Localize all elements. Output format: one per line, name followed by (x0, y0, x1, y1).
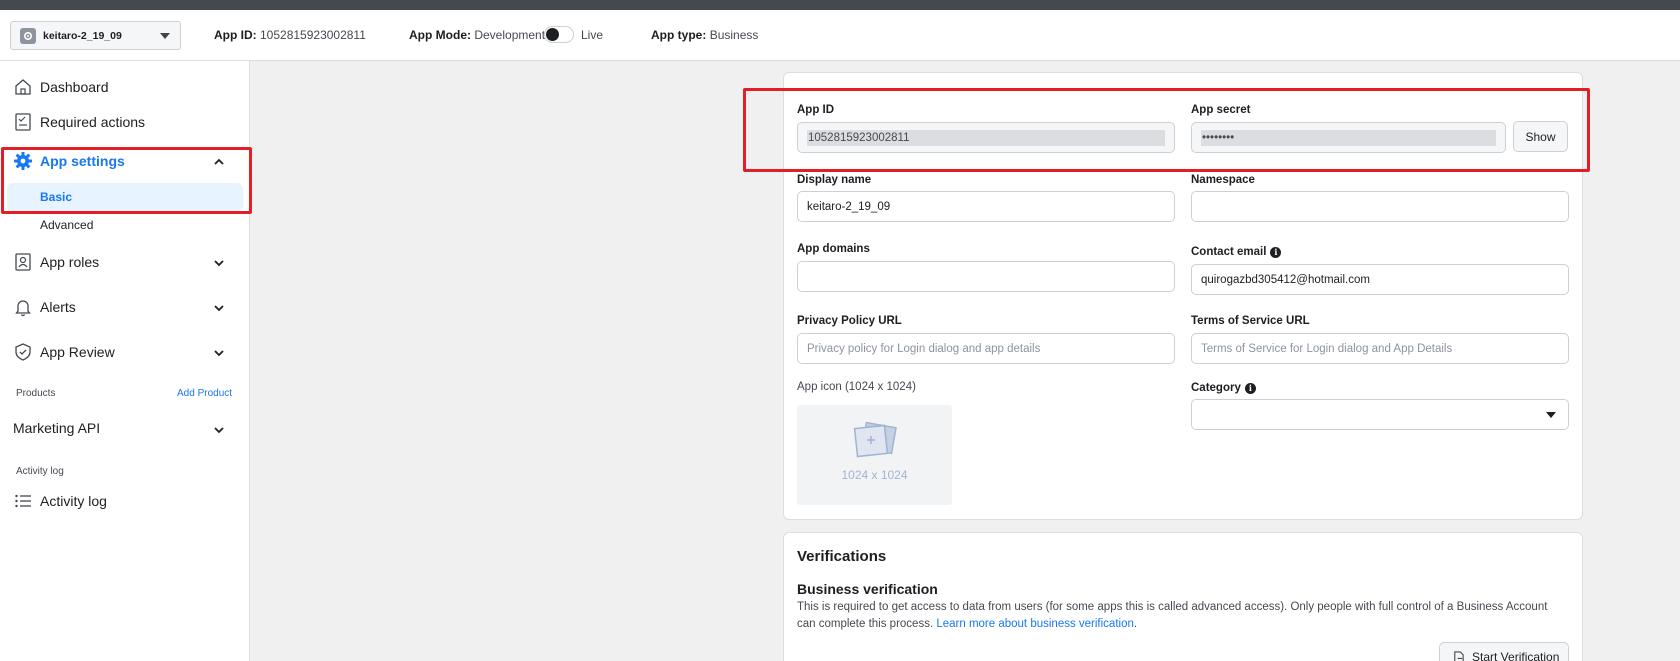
category-dropdown[interactable] (1191, 399, 1569, 430)
start-verification-button[interactable]: Start Verification (1439, 642, 1569, 661)
image-placeholder-icon (853, 421, 897, 458)
chevron-down-icon[interactable] (212, 256, 226, 270)
caret-down-icon (1546, 412, 1556, 418)
activity-log-section-label: Activity log (16, 466, 64, 477)
chevron-down-icon[interactable] (212, 346, 226, 360)
checklist-icon (12, 111, 34, 133)
business-verification-description: This is required to get access to data f… (797, 601, 1548, 630)
chevron-down-icon[interactable] (212, 301, 226, 315)
app-mode-toggle[interactable] (544, 26, 574, 43)
display-name-field[interactable]: keitaro-2_19_09 (797, 191, 1175, 222)
home-icon (12, 76, 34, 98)
sidebar-item-app-roles[interactable]: App roles (12, 251, 99, 273)
app-switcher[interactable]: keitaro-2_19_09 (10, 21, 181, 50)
app-gear-icon (20, 27, 36, 44)
namespace-field[interactable] (1191, 191, 1569, 222)
learn-more-link[interactable]: Learn more about business verification (936, 618, 1134, 630)
app-header: keitaro-2_19_09 App ID: 1052815923002811… (0, 10, 1680, 61)
privacy-policy-label: Privacy Policy URL (797, 315, 902, 327)
add-product-link[interactable]: Add Product (177, 388, 232, 399)
sidebar-item-app-review[interactable]: App Review (12, 341, 115, 363)
app-domains-label: App domains (797, 243, 870, 255)
app-domains-field[interactable] (797, 261, 1175, 292)
category-label: Category i (1191, 382, 1256, 394)
namespace-label: Namespace (1191, 174, 1255, 186)
top-strip (0, 0, 1680, 10)
products-section-label: Products (16, 388, 56, 399)
info-icon[interactable]: i (1270, 246, 1282, 258)
contact-email-field[interactable]: quirogazbd305412@hotmail.com (1191, 264, 1569, 295)
user-badge-icon (12, 251, 34, 273)
terms-of-service-field[interactable]: Terms of Service for Login dialog and Ap… (1191, 333, 1569, 364)
sidebar-item-activity-log[interactable]: Activity log (12, 490, 107, 512)
header-app-id: App ID: 1052815923002811 (214, 28, 366, 42)
list-icon (12, 490, 34, 512)
shield-check-icon (12, 341, 34, 363)
verifications-title: Verifications (797, 548, 887, 565)
external-document-icon (1454, 650, 1464, 661)
sidebar-item-dashboard[interactable]: Dashboard (12, 76, 109, 98)
terms-of-service-label: Terms of Service URL (1191, 315, 1310, 327)
app-icon-upload[interactable]: 1024 x 1024 (797, 405, 952, 505)
header-app-type: App type: Business (651, 28, 759, 42)
annotation-highlight-credentials (743, 88, 1590, 172)
header-app-mode: App Mode: Development (409, 28, 546, 42)
sidebar-subitem-advanced[interactable]: Advanced (40, 218, 93, 232)
app-mode-live-label: Live (581, 28, 604, 42)
info-icon[interactable]: i (1244, 382, 1256, 394)
caret-down-icon (160, 33, 170, 39)
display-name-label: Display name (797, 174, 872, 186)
sidebar-item-marketing-api[interactable]: Marketing API (13, 420, 100, 436)
bell-icon (12, 296, 34, 318)
app-name: keitaro-2_19_09 (43, 29, 122, 42)
sidebar-item-alerts[interactable]: Alerts (12, 296, 76, 318)
privacy-policy-field[interactable]: Privacy policy for Login dialog and app … (797, 333, 1175, 364)
sidebar-item-required-actions[interactable]: Required actions (12, 111, 145, 133)
contact-email-label: Contact email i (1191, 246, 1282, 258)
app-icon-dimensions: 1024 x 1024 (841, 468, 908, 482)
app-icon-label: App icon (1024 x 1024) (797, 381, 916, 393)
business-verification-title: Business verification (797, 581, 938, 597)
annotation-highlight-sidebar (1, 147, 252, 214)
chevron-down-icon[interactable] (212, 423, 226, 437)
